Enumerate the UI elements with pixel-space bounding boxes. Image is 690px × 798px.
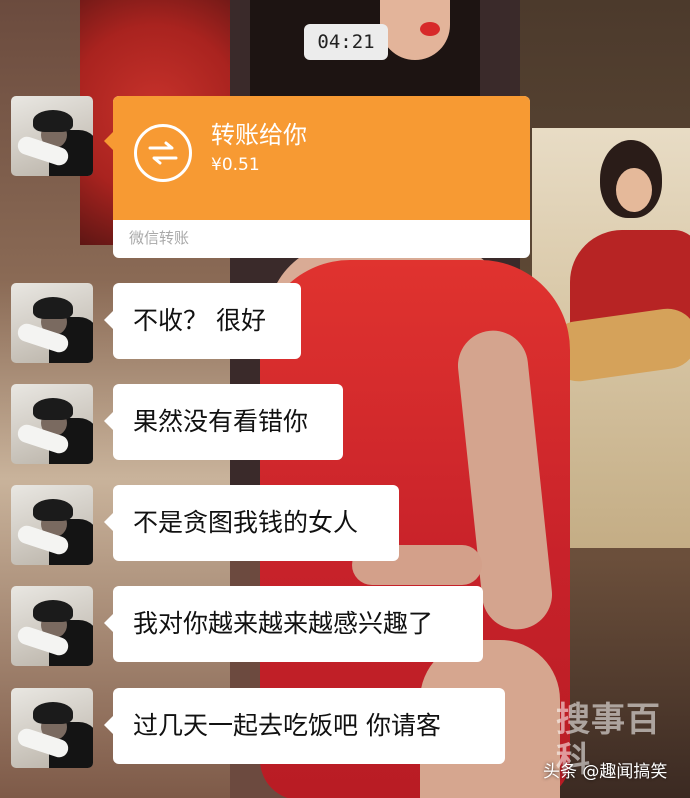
message-bubble[interactable]: 我对你越来越来越感兴趣了 bbox=[104, 586, 483, 662]
transfer-card-tail bbox=[104, 132, 113, 150]
message-bubble[interactable]: 果然没有看错你 bbox=[104, 384, 343, 460]
transfer-card[interactable]: 转账给你 ¥0.51 微信转账 bbox=[113, 96, 530, 258]
message-timestamp: 04:21 bbox=[304, 24, 388, 60]
contact-avatar[interactable] bbox=[11, 586, 93, 666]
transfer-arrows-icon bbox=[134, 124, 192, 182]
message-bubble[interactable]: 不收？ 很好 bbox=[104, 283, 301, 359]
contact-avatar[interactable] bbox=[11, 688, 93, 768]
transfer-amount: ¥0.51 bbox=[211, 155, 260, 175]
transfer-source-label: 微信转账 bbox=[129, 229, 190, 247]
contact-avatar[interactable] bbox=[11, 485, 93, 565]
contact-avatar[interactable] bbox=[11, 96, 93, 176]
watermark-credit: 头条 @趣闻搞笑 bbox=[543, 762, 668, 782]
contact-avatar[interactable] bbox=[11, 384, 93, 464]
message-bubble[interactable]: 过几天一起去吃饭吧 你请客 bbox=[104, 688, 505, 764]
transfer-title: 转账给你 bbox=[211, 121, 307, 149]
message-bubble[interactable]: 不是贪图我钱的女人 bbox=[104, 485, 399, 561]
transfer-card-header: 转账给你 ¥0.51 bbox=[113, 96, 530, 220]
contact-avatar[interactable] bbox=[11, 283, 93, 363]
